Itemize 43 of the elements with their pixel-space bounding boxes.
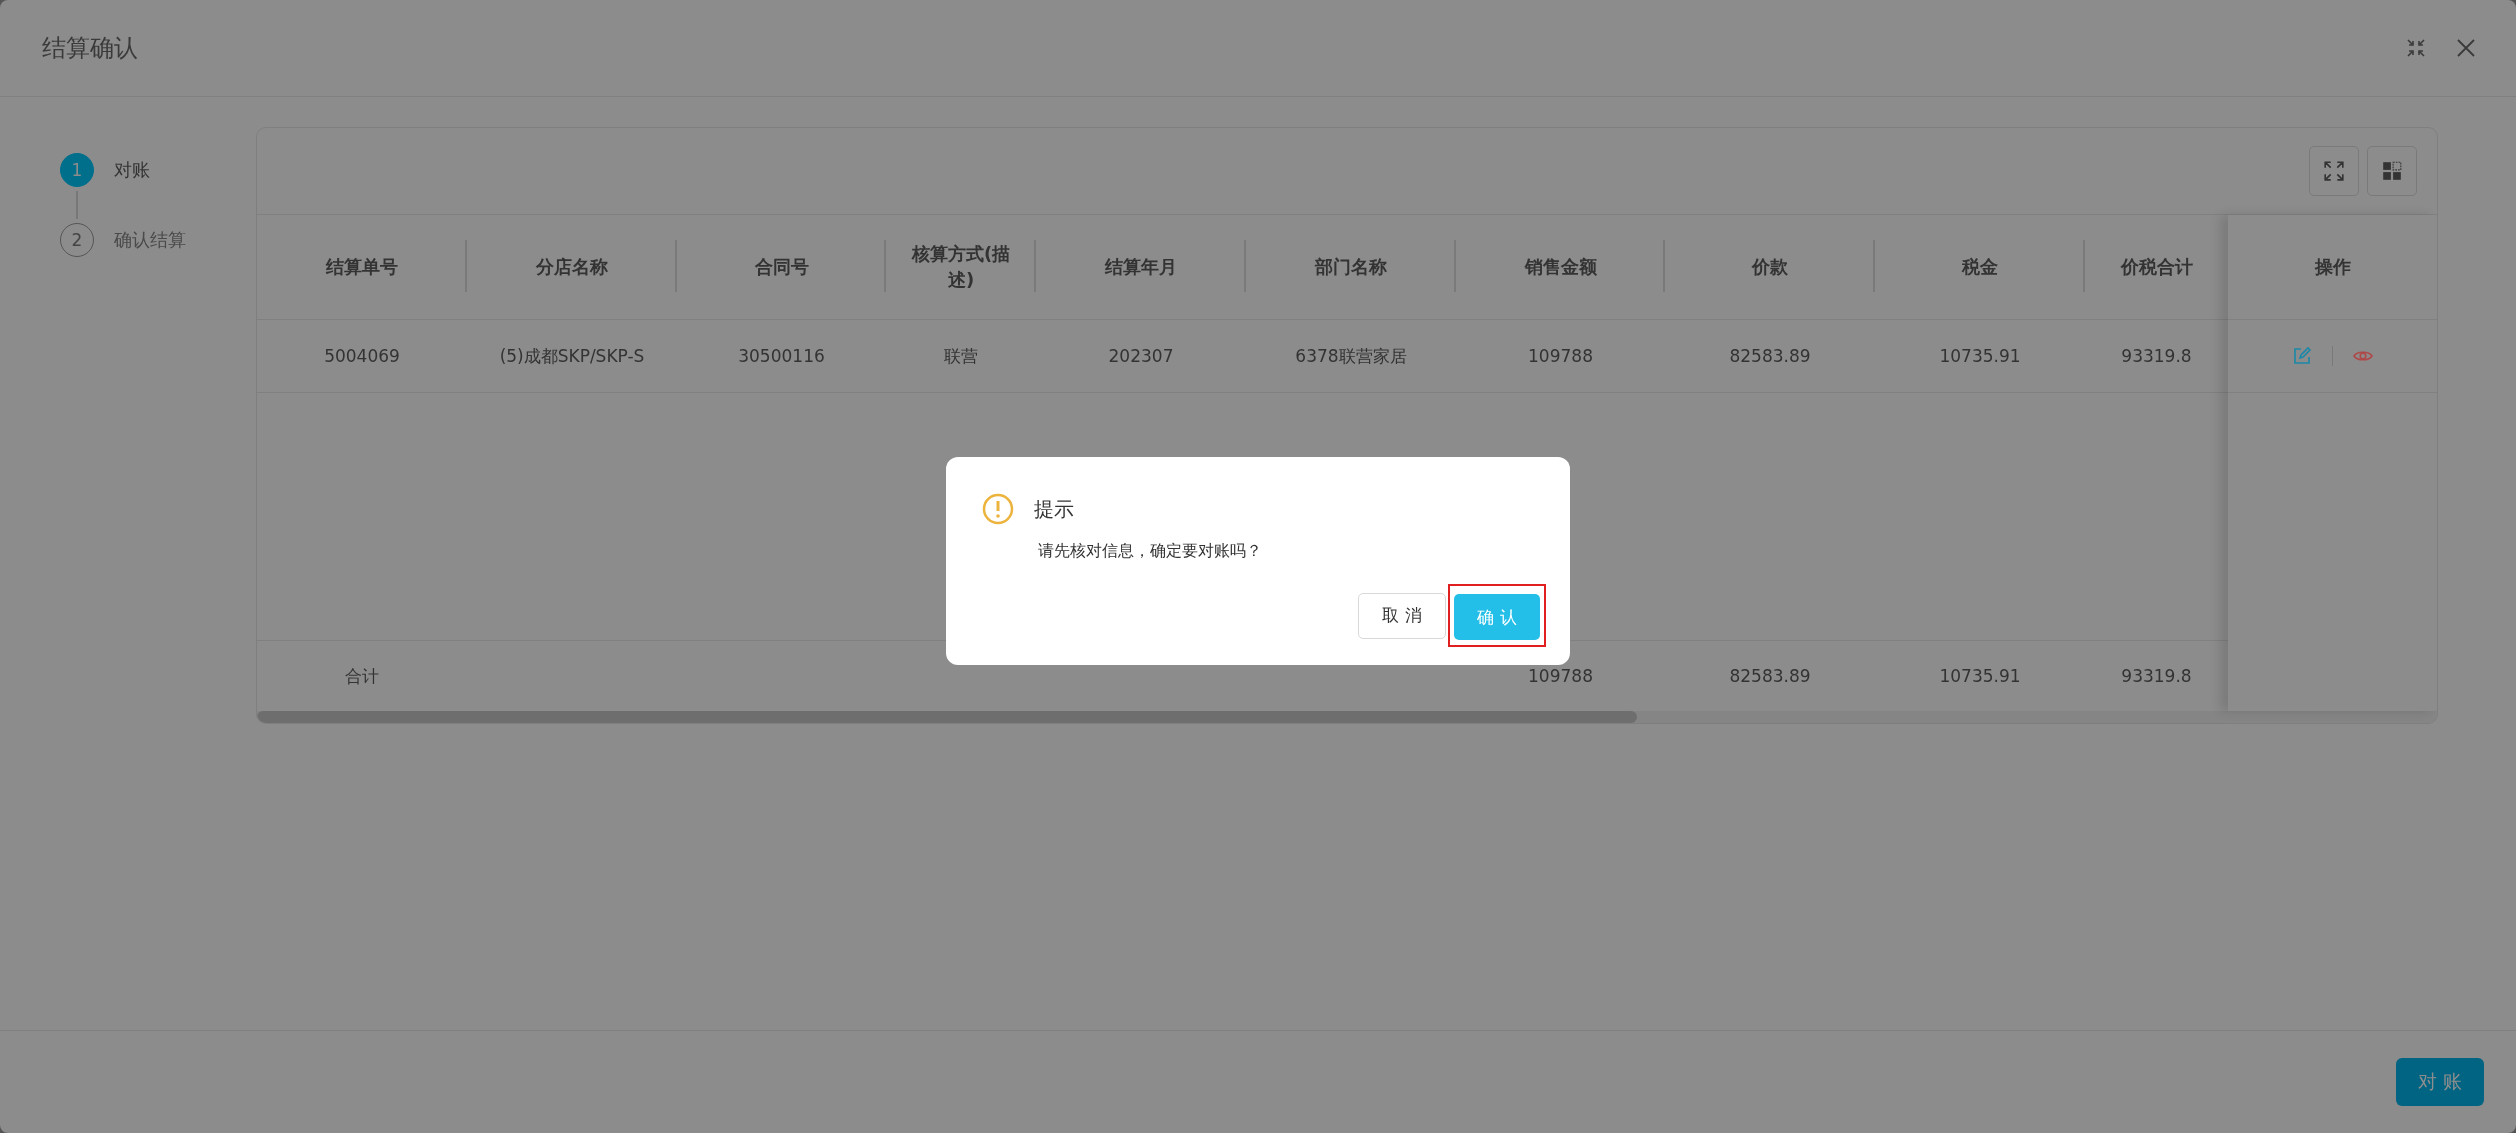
column-header: 税金	[1962, 255, 1998, 279]
confirm-button[interactable]: 确 认	[1454, 594, 1540, 640]
summary-cell: 10735.91	[1939, 666, 2021, 686]
table-cell: 82583.89	[1729, 346, 1811, 366]
column-header: 结算年月	[1105, 255, 1177, 279]
grid-icon	[2381, 160, 2403, 182]
summary-cell: 82583.89	[1729, 666, 1811, 686]
reconcile-button[interactable]: 对 账	[2396, 1058, 2484, 1106]
column-header: 操作	[2314, 255, 2351, 279]
table-cell: 109788	[1528, 346, 1593, 366]
collapse-icon[interactable]	[2406, 38, 2426, 58]
table-cell: 6378联营家居	[1295, 344, 1407, 368]
warning-icon	[982, 493, 1014, 525]
summary-cell: 109788	[1528, 666, 1593, 686]
column-header: 价税合计	[2120, 255, 2193, 279]
fullscreen-button[interactable]	[2309, 146, 2359, 196]
column-header: 合同号	[754, 255, 809, 279]
scrollbar-thumb[interactable]	[257, 711, 1637, 723]
column-settings-button[interactable]	[2367, 146, 2417, 196]
column-header: 分店名称	[536, 255, 608, 279]
cancel-button[interactable]: 取 消	[1358, 592, 1446, 639]
table-cell: 202307	[1108, 346, 1174, 366]
table-cell: 5004069	[324, 346, 400, 366]
summary-cell: 93319.8	[2121, 666, 2192, 686]
column-header: 部门名称	[1315, 255, 1387, 279]
column-header: 结算单号	[326, 255, 398, 279]
summary-label: 合计	[345, 664, 379, 688]
dialog-message: 请先核对信息，确定要对账吗？	[1038, 541, 1263, 562]
close-icon[interactable]	[2456, 38, 2476, 58]
expand-icon	[2323, 160, 2345, 182]
column-header: 价款	[1752, 255, 1788, 279]
table-cell: 联营	[944, 344, 978, 368]
column-header: 销售金额	[1524, 255, 1597, 279]
column-header: 核算方式(描述)	[911, 241, 1011, 292]
table-cell: 93319.8	[2121, 346, 2192, 366]
window-title: 结算确认	[42, 33, 138, 64]
dialog-title: 提示	[1034, 495, 1074, 523]
table-cell: 10735.91	[1939, 346, 2021, 366]
table-cell: 30500116	[738, 346, 825, 366]
step-label[interactable]: 对账	[114, 158, 150, 182]
table-cell: (5)成都SKP/SKP-S	[499, 344, 645, 368]
step-label[interactable]: 确认结算	[114, 228, 186, 252]
step-number: 1	[60, 153, 94, 187]
